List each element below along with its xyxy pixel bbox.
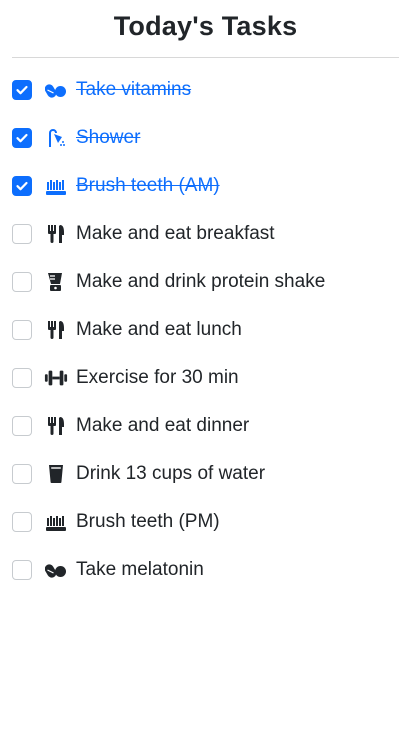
task-item[interactable]: Make and eat dinner (0, 402, 411, 450)
task-checkbox[interactable] (12, 464, 32, 484)
task-item[interactable]: Brush teeth (PM) (0, 498, 411, 546)
title-divider (12, 57, 399, 58)
task-label: Exercise for 30 min (76, 367, 239, 388)
task-label: Make and eat breakfast (76, 223, 275, 244)
utensils-icon (44, 414, 68, 438)
checkmark-icon (16, 85, 28, 95)
toothbrush-icon (44, 510, 68, 534)
task-item[interactable]: Take melatonin (0, 546, 411, 594)
pills-icon (44, 78, 68, 102)
task-checkbox[interactable] (12, 320, 32, 340)
glass-water-icon (44, 462, 68, 486)
task-checkbox[interactable] (12, 512, 32, 532)
page-title: Today's Tasks (113, 11, 298, 41)
task-label: Make and eat dinner (76, 415, 250, 436)
task-item[interactable]: Exercise for 30 min (0, 354, 411, 402)
task-label: Take melatonin (76, 559, 204, 580)
task-item[interactable]: Take vitamins (0, 66, 411, 114)
shower-icon (44, 126, 68, 150)
task-item[interactable]: Brush teeth (AM) (0, 162, 411, 210)
task-item[interactable]: Drink 13 cups of water (0, 450, 411, 498)
task-label: Brush teeth (AM) (76, 175, 220, 196)
task-checkbox[interactable] (12, 224, 32, 244)
blender-icon (44, 270, 68, 294)
pills-icon (44, 558, 68, 582)
task-item[interactable]: Make and eat lunch (0, 306, 411, 354)
toothbrush-icon (44, 174, 68, 198)
task-item[interactable]: Make and eat breakfast (0, 210, 411, 258)
task-checkbox[interactable] (12, 176, 32, 196)
task-list: Take vitamins Shower Brush teeth (AM) Make … (0, 66, 411, 594)
task-checkbox[interactable] (12, 128, 32, 148)
dumbbell-icon (44, 366, 68, 390)
utensils-icon (44, 222, 68, 246)
task-item[interactable]: Make and drink protein shake (0, 258, 411, 306)
task-checkbox[interactable] (12, 368, 32, 388)
task-checkbox[interactable] (12, 416, 32, 436)
task-checkbox[interactable] (12, 80, 32, 100)
task-checkbox[interactable] (12, 560, 32, 580)
utensils-icon (44, 318, 68, 342)
checkmark-icon (16, 181, 28, 191)
task-checkbox[interactable] (12, 272, 32, 292)
task-label: Shower (76, 127, 141, 148)
task-label: Make and drink protein shake (76, 271, 326, 292)
task-item[interactable]: Shower (0, 114, 411, 162)
task-label: Make and eat lunch (76, 319, 242, 340)
task-label: Brush teeth (PM) (76, 511, 220, 532)
checkmark-icon (16, 133, 28, 143)
task-label: Take vitamins (76, 79, 192, 100)
task-label: Drink 13 cups of water (76, 463, 266, 484)
